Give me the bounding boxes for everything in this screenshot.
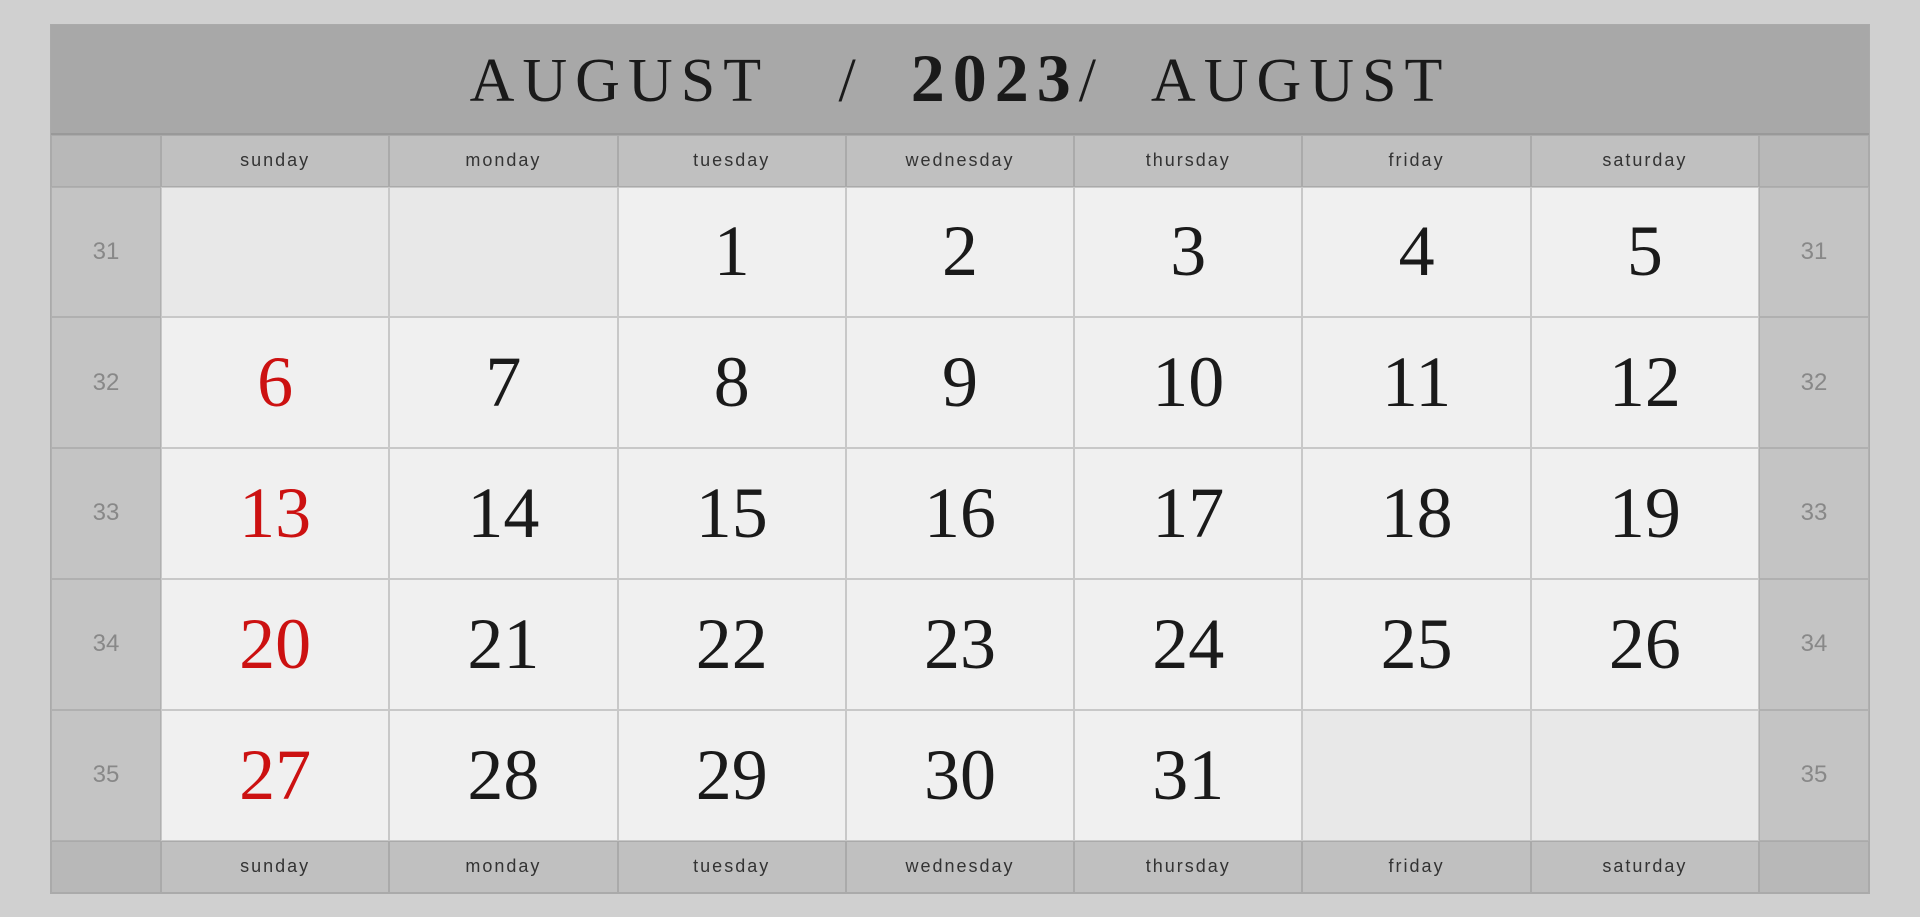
- cal-cell-w2d2: 15: [618, 448, 846, 579]
- day-header-monday: monday: [389, 135, 617, 187]
- year: 2023: [911, 40, 1079, 116]
- week-number-1: 32: [51, 317, 161, 448]
- cal-cell-w4d6: [1531, 710, 1759, 841]
- cal-cell-w4d0: 27: [161, 710, 389, 841]
- overflow-right-3: 34: [1759, 579, 1869, 710]
- cal-cell-w0d3: 2: [846, 187, 1074, 318]
- day-footer-friday: friday: [1302, 841, 1530, 893]
- cal-cell-w2d4: 17: [1074, 448, 1302, 579]
- cal-cell-w0d2: 1: [618, 187, 846, 318]
- week-number-2: 33: [51, 448, 161, 579]
- separator-left: /: [838, 47, 863, 115]
- calendar: AUGUST / 2023/ AUGUST sundaymondaytuesda…: [50, 24, 1870, 894]
- cal-cell-w1d6: 12: [1531, 317, 1759, 448]
- cal-cell-w3d1: 21: [389, 579, 617, 710]
- day-footer-sunday: sunday: [161, 841, 389, 893]
- day-header-saturday: saturday: [1531, 135, 1759, 187]
- cal-cell-w4d1: 28: [389, 710, 617, 841]
- day-header-sunday: sunday: [161, 135, 389, 187]
- month-right: AUGUST: [1151, 47, 1450, 115]
- cal-cell-w4d3: 30: [846, 710, 1074, 841]
- cal-cell-w2d0: 13: [161, 448, 389, 579]
- calendar-header: AUGUST / 2023/ AUGUST: [51, 25, 1869, 135]
- cal-cell-w3d3: 23: [846, 579, 1074, 710]
- overflow-right-1: 32: [1759, 317, 1869, 448]
- cal-cell-w4d2: 29: [618, 710, 846, 841]
- day-footer-tuesday: tuesday: [618, 841, 846, 893]
- cal-cell-w2d1: 14: [389, 448, 617, 579]
- week-number-4: 35: [51, 710, 161, 841]
- overflow-header-top: [1759, 135, 1869, 187]
- day-footer-thursday: thursday: [1074, 841, 1302, 893]
- calendar-body: sundaymondaytuesdaywednesdaythursdayfrid…: [51, 135, 1869, 893]
- cal-cell-w3d6: 26: [1531, 579, 1759, 710]
- cal-cell-w1d1: 7: [389, 317, 617, 448]
- cal-cell-w0d5: 4: [1302, 187, 1530, 318]
- overflow-header-bottom: [1759, 841, 1869, 893]
- week-number-0: 31: [51, 187, 161, 318]
- month-left: AUGUST: [470, 47, 768, 115]
- cal-cell-w3d2: 22: [618, 579, 846, 710]
- cal-cell-w1d0: 6: [161, 317, 389, 448]
- cal-cell-w1d2: 8: [618, 317, 846, 448]
- separator-right: /: [1079, 47, 1104, 115]
- cal-cell-w0d4: 3: [1074, 187, 1302, 318]
- cal-cell-w0d0: [161, 187, 389, 318]
- week-label-header-top: [51, 135, 161, 187]
- day-header-wednesday: wednesday: [846, 135, 1074, 187]
- day-footer-monday: monday: [389, 841, 617, 893]
- cal-cell-w4d4: 31: [1074, 710, 1302, 841]
- cal-cell-w0d1: [389, 187, 617, 318]
- cal-cell-w1d4: 10: [1074, 317, 1302, 448]
- week-label-header-bottom: [51, 841, 161, 893]
- cal-cell-w3d0: 20: [161, 579, 389, 710]
- cal-cell-w2d6: 19: [1531, 448, 1759, 579]
- header-title: AUGUST / 2023/ AUGUST: [470, 39, 1451, 118]
- day-header-tuesday: tuesday: [618, 135, 846, 187]
- day-header-friday: friday: [1302, 135, 1530, 187]
- cal-cell-w0d6: 5: [1531, 187, 1759, 318]
- overflow-right-2: 33: [1759, 448, 1869, 579]
- day-footer-saturday: saturday: [1531, 841, 1759, 893]
- day-footer-wednesday: wednesday: [846, 841, 1074, 893]
- cal-cell-w2d5: 18: [1302, 448, 1530, 579]
- cal-cell-w2d3: 16: [846, 448, 1074, 579]
- overflow-right-4: 35: [1759, 710, 1869, 841]
- overflow-right-0: 31: [1759, 187, 1869, 318]
- cal-cell-w3d4: 24: [1074, 579, 1302, 710]
- cal-cell-w4d5: [1302, 710, 1530, 841]
- day-header-thursday: thursday: [1074, 135, 1302, 187]
- cal-cell-w3d5: 25: [1302, 579, 1530, 710]
- cal-cell-w1d3: 9: [846, 317, 1074, 448]
- calendar-grid: sundaymondaytuesdaywednesdaythursdayfrid…: [51, 135, 1869, 893]
- cal-cell-w1d5: 11: [1302, 317, 1530, 448]
- week-number-3: 34: [51, 579, 161, 710]
